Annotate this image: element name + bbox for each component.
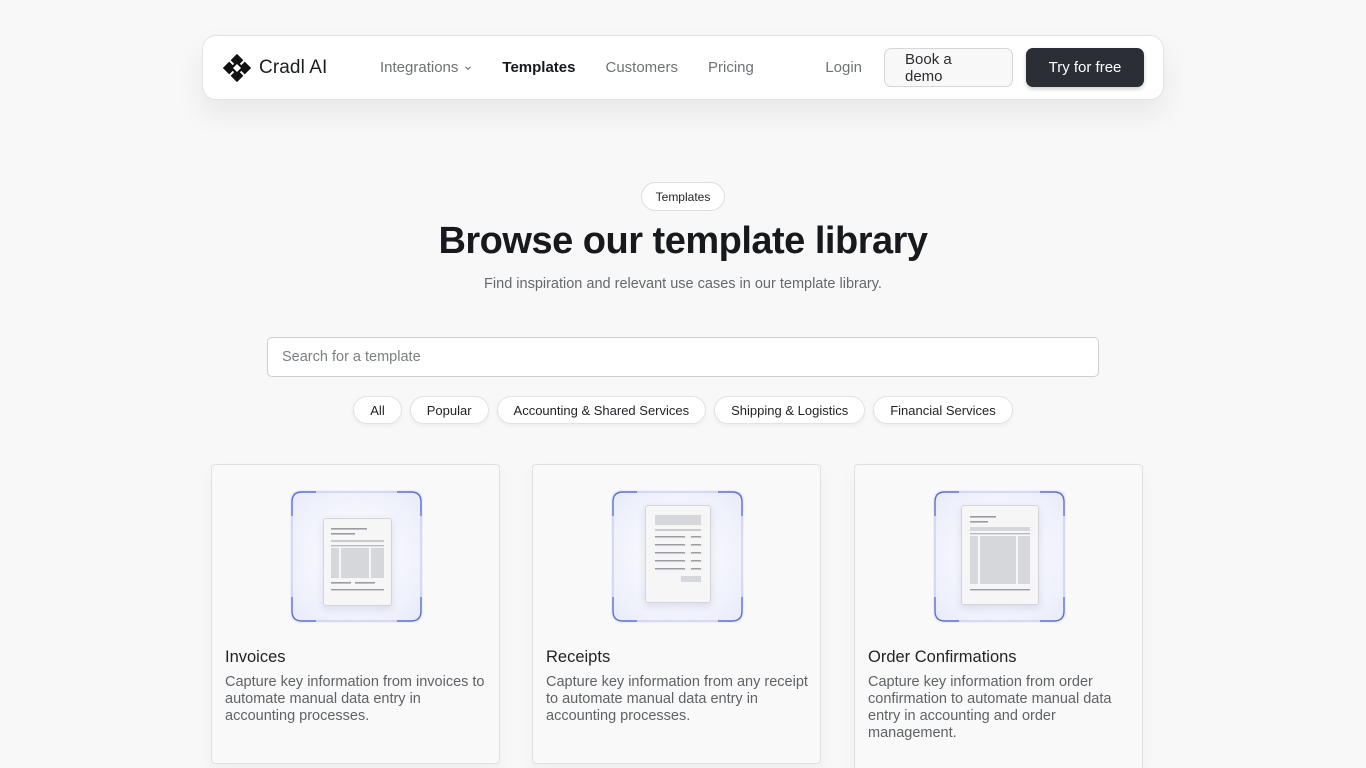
filter-chip-all[interactable]: All xyxy=(353,396,402,424)
nav-link-label: Customers xyxy=(605,59,679,76)
nav-link-label: Integrations xyxy=(380,59,459,76)
card-description: Capture key information from invoices to… xyxy=(225,674,485,724)
card-title: Invoices xyxy=(225,648,286,666)
brand-logo[interactable]: Cradl AI xyxy=(223,53,360,82)
nav-link-integrations[interactable]: Integrations xyxy=(380,59,472,76)
page-title: Browse our template library xyxy=(438,220,928,262)
main-nav: Integrations Templates Customers Pricing xyxy=(380,59,784,76)
filter-chip-shipping[interactable]: Shipping & Logistics xyxy=(714,396,866,424)
book-demo-button[interactable]: Book a demo xyxy=(884,48,1013,87)
filter-chip-financial[interactable]: Financial Services xyxy=(873,396,1013,424)
order-confirmation-document-icon xyxy=(933,490,1066,623)
chevron-down-icon xyxy=(465,65,472,70)
template-card-invoices[interactable]: Invoices Capture key information from in… xyxy=(211,464,500,764)
invoice-document-icon xyxy=(290,490,423,623)
filter-chip-accounting[interactable]: Accounting & Shared Services xyxy=(496,396,707,424)
nav-link-customers[interactable]: Customers xyxy=(605,59,678,76)
brand-name: Cradl AI xyxy=(259,56,328,78)
nav-link-templates[interactable]: Templates xyxy=(502,59,575,76)
nav-actions: Login Book a demo Try for free xyxy=(825,48,1144,87)
category-filters: All Popular Accounting & Shared Services… xyxy=(0,396,1366,424)
cradl-diamond-logo-icon xyxy=(223,53,251,82)
card-title: Receipts xyxy=(546,648,611,666)
card-description: Capture key information from order confi… xyxy=(868,674,1112,741)
nav-link-pricing[interactable]: Pricing xyxy=(708,59,754,76)
card-title: Order Confirmations xyxy=(868,648,1017,666)
receipt-document-icon xyxy=(611,490,744,623)
template-card-receipts[interactable]: Receipts Capture key information from an… xyxy=(532,464,821,764)
template-card-order-confirmations[interactable]: Order Confirmations Capture key informat… xyxy=(854,464,1143,768)
template-search-input[interactable] xyxy=(267,337,1099,377)
try-for-free-button[interactable]: Try for free xyxy=(1026,48,1144,87)
section-tag: Templates xyxy=(641,182,725,211)
login-link[interactable]: Login xyxy=(825,59,862,76)
card-description: Capture key information from any receipt… xyxy=(546,674,808,724)
filter-chip-popular[interactable]: Popular xyxy=(409,396,489,424)
page-subtitle: Find inspiration and relevant use cases … xyxy=(484,276,882,292)
top-navbar: Cradl AI Integrations Templates Customer… xyxy=(202,35,1164,100)
nav-link-label: Pricing xyxy=(708,59,754,76)
nav-link-label: Templates xyxy=(502,59,576,76)
